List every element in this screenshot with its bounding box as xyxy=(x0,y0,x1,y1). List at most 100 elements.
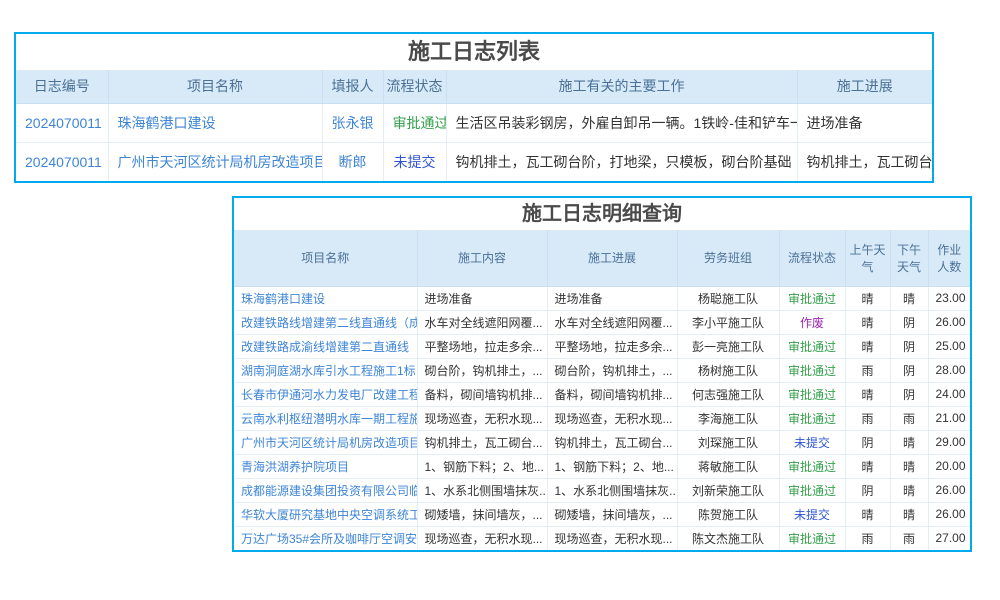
cell-team: 杨聪施工队 xyxy=(677,286,779,310)
cell-progress: 水车对全线遮阳网覆... xyxy=(547,310,677,334)
cell-workers: 29.00 xyxy=(928,430,970,454)
col-content: 施工内容 xyxy=(417,230,547,286)
cell-am-weather: 晴 xyxy=(845,334,890,358)
col-am-weather: 上午天气 xyxy=(845,230,890,286)
log-detail-row: 湖南洞庭湖水库引水工程施工1标 砌台阶，钩机排土，... 砌台阶，钩机排土，..… xyxy=(234,358,970,382)
log-no-link[interactable]: 2024070011 xyxy=(25,115,102,131)
status-badge: 未提交 xyxy=(794,508,830,522)
cell-workers: 25.00 xyxy=(928,334,970,358)
log-list-panel: 施工日志列表 日志编号 项目名称 填报人 流程状态 施工有关的主要工作 施工进展… xyxy=(14,32,934,183)
cell-status: 审批通过 xyxy=(779,454,845,478)
col-project-name: 项目名称 xyxy=(108,70,322,103)
project-link[interactable]: 成都能源建设集团投资有限公司临时办 xyxy=(241,484,417,498)
status-badge: 未提交 xyxy=(794,436,830,450)
cell-team: 陈文杰施工队 xyxy=(677,526,779,550)
cell-content: 平整场地，拉走多余... xyxy=(417,334,547,358)
log-list-title: 施工日志列表 xyxy=(16,34,932,70)
cell-team: 刘琛施工队 xyxy=(677,430,779,454)
cell-pm-weather: 晴 xyxy=(890,454,928,478)
cell-progress: 1、钢筋下料；2、地... xyxy=(547,454,677,478)
status-badge: 审批通过 xyxy=(788,532,836,546)
status-badge: 审批通过 xyxy=(788,292,836,306)
cell-status: 未提交 xyxy=(779,430,845,454)
cell-workers: 26.00 xyxy=(928,502,970,526)
cell-workers: 24.00 xyxy=(928,382,970,406)
cell-workers: 21.00 xyxy=(928,406,970,430)
page: 施工日志列表 日志编号 项目名称 填报人 流程状态 施工有关的主要工作 施工进展… xyxy=(0,0,1000,600)
status-badge: 审批通过 xyxy=(788,388,836,402)
cell-workers: 23.00 xyxy=(928,286,970,310)
cell-project: 万达广场35#会所及咖啡厅空调安装工 xyxy=(234,526,417,550)
cell-project: 青海洪湖养护院项目 xyxy=(234,454,417,478)
project-link[interactable]: 万达广场35#会所及咖啡厅空调安装工 xyxy=(241,532,417,546)
cell-progress: 进场准备 xyxy=(547,286,677,310)
cell-am-weather: 晴 xyxy=(845,382,890,406)
reporter-link[interactable]: 断郎 xyxy=(339,154,367,170)
cell-status: 审批通过 xyxy=(779,286,845,310)
cell-workers: 28.00 xyxy=(928,358,970,382)
cell-progress: 现场巡查，无积水现... xyxy=(547,526,677,550)
log-detail-title: 施工日志明细查询 xyxy=(234,198,970,230)
cell-team: 彭一亮施工队 xyxy=(677,334,779,358)
cell-team: 何志强施工队 xyxy=(677,382,779,406)
status-badge: 审批通过 xyxy=(788,460,836,474)
col-pm-weather: 下午天气 xyxy=(890,230,928,286)
cell-progress: 进场准备 xyxy=(797,103,932,142)
project-link[interactable]: 长春市伊通河水力发电厂改建工程 xyxy=(241,388,417,402)
cell-project: 改建铁路成渝线增建第二直通线（成渝 xyxy=(234,334,417,358)
cell-project: 广州市天河区统计局机房改造项目 xyxy=(108,142,322,181)
project-link[interactable]: 广州市天河区统计局机房改造项目 xyxy=(118,154,323,170)
project-link[interactable]: 云南水利枢纽潜明水库一期工程施工1 xyxy=(241,412,417,426)
cell-status: 审批通过 xyxy=(779,334,845,358)
cell-status: 审批通过 xyxy=(779,478,845,502)
cell-pm-weather: 阴 xyxy=(890,310,928,334)
cell-project: 广州市天河区统计局机房改造项目 xyxy=(234,430,417,454)
cell-am-weather: 阴 xyxy=(845,430,890,454)
log-detail-row: 改建铁路成渝线增建第二直通线（成渝 平整场地，拉走多余... 平整场地，拉走多余… xyxy=(234,334,970,358)
status-badge: 审批通过 xyxy=(788,412,836,426)
cell-workers: 27.00 xyxy=(928,526,970,550)
status-badge: 审批通过 xyxy=(788,340,836,354)
cell-progress: 砌矮墙，抹间墙灰，... xyxy=(547,502,677,526)
cell-project: 珠海鹤港口建设 xyxy=(108,103,322,142)
cell-pm-weather: 晴 xyxy=(890,430,928,454)
project-link[interactable]: 改建铁路成渝线增建第二直通线（成渝 xyxy=(241,340,417,354)
log-detail-row: 成都能源建设集团投资有限公司临时办 1、水系北侧围墙抹灰... 1、水系北侧围墙… xyxy=(234,478,970,502)
project-link[interactable]: 华软大厦研究基地中央空调系统工程 xyxy=(241,508,417,522)
cell-content: 现场巡查，无积水现... xyxy=(417,406,547,430)
cell-reporter: 张永银 xyxy=(322,103,383,142)
cell-pm-weather: 阴 xyxy=(890,334,928,358)
cell-status: 审批通过 xyxy=(779,406,845,430)
project-link[interactable]: 珠海鹤港口建设 xyxy=(118,115,216,131)
project-link[interactable]: 湖南洞庭湖水库引水工程施工1标 xyxy=(241,364,416,378)
project-link[interactable]: 广州市天河区统计局机房改造项目 xyxy=(241,436,417,450)
col-status: 流程状态 xyxy=(779,230,845,286)
reporter-link[interactable]: 张永银 xyxy=(332,115,374,131)
col-progress: 施工进展 xyxy=(797,70,932,103)
cell-reporter: 断郎 xyxy=(322,142,383,181)
cell-project: 成都能源建设集团投资有限公司临时办 xyxy=(234,478,417,502)
cell-team: 杨树施工队 xyxy=(677,358,779,382)
cell-progress: 钩机排土，瓦工砌台... xyxy=(797,142,932,181)
cell-progress: 1、水系北侧围墙抹灰... xyxy=(547,478,677,502)
log-detail-row: 长春市伊通河水力发电厂改建工程 备料，砌间墙钩机排... 备料，砌间墙钩机排..… xyxy=(234,382,970,406)
project-link[interactable]: 青海洪湖养护院项目 xyxy=(241,460,349,474)
cell-progress: 现场巡查，无积水现... xyxy=(547,406,677,430)
cell-am-weather: 雨 xyxy=(845,526,890,550)
col-status: 流程状态 xyxy=(383,70,446,103)
log-detail-row: 改建铁路线增建第二线直通线（成都- 水车对全线遮阳网覆... 水车对全线遮阳网覆… xyxy=(234,310,970,334)
log-no-link[interactable]: 2024070011 xyxy=(25,154,102,170)
cell-am-weather: 晴 xyxy=(845,454,890,478)
project-link[interactable]: 改建铁路线增建第二线直通线（成都- xyxy=(241,316,417,330)
col-reporter: 填报人 xyxy=(322,70,383,103)
cell-team: 蒋敏施工队 xyxy=(677,454,779,478)
cell-progress: 备料，砌间墙钩机排... xyxy=(547,382,677,406)
log-detail-table: 项目名称 施工内容 施工进展 劳务班组 流程状态 上午天气 下午天气 作业人数 … xyxy=(234,230,970,550)
col-log-no: 日志编号 xyxy=(16,70,108,103)
cell-log-no: 2024070011 xyxy=(16,142,108,181)
project-link[interactable]: 珠海鹤港口建设 xyxy=(241,292,325,306)
cell-pm-weather: 阴 xyxy=(890,358,928,382)
cell-project: 改建铁路线增建第二线直通线（成都- xyxy=(234,310,417,334)
cell-pm-weather: 晴 xyxy=(890,478,928,502)
cell-am-weather: 晴 xyxy=(845,502,890,526)
